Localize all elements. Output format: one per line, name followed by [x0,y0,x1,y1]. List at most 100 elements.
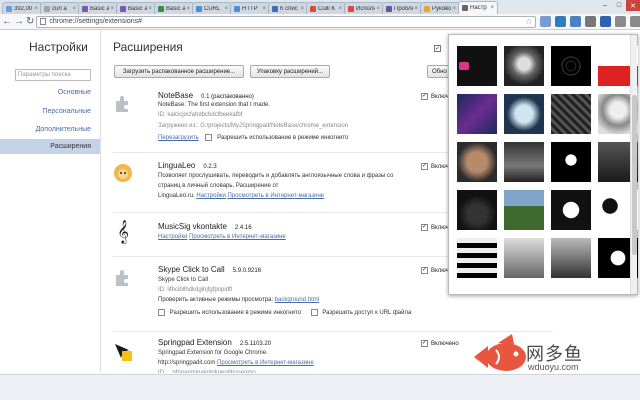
image-thumbnail[interactable] [551,94,591,134]
tab-label: curl a [52,5,67,12]
tab-close-icon[interactable]: × [490,5,494,11]
reload-link[interactable]: Перезагрузить [158,135,199,141]
maximize-button[interactable]: □ [612,0,626,11]
enable-toggle[interactable]: ✓ Включено [421,340,459,347]
load-unpacked-button[interactable]: Загрузить распакованное расширение... [114,65,244,78]
minimize-button[interactable]: – [598,0,612,11]
gear-icon[interactable] [615,16,627,27]
tab-label: Исполн [356,5,376,12]
reload-button[interactable]: ↻ [26,16,34,28]
tab-close-icon[interactable]: × [224,6,228,12]
image-thumbnail[interactable] [504,94,544,134]
file-access-checkbox[interactable] [310,309,318,316]
forward-button[interactable]: → [14,16,24,28]
browser-tab[interactable]: HTTP × [230,2,270,14]
close-window-button[interactable]: ✕ [626,0,640,11]
image-thumbnail[interactable] [551,46,591,86]
image-thumbnail[interactable] [457,142,497,182]
enabled-checkbox[interactable]: ✓ [421,163,428,170]
image-thumbnail[interactable] [504,238,544,278]
tab-close-icon[interactable]: × [262,6,266,12]
enabled-checkbox[interactable]: ✓ [421,267,428,274]
browser-tab[interactable]: Basic a × [78,2,118,14]
image-thumbnail[interactable] [457,46,497,86]
puzzle-icon[interactable] [540,16,552,27]
tab-close-icon[interactable]: × [300,6,304,12]
tab-label: CURL [204,5,221,12]
translate-icon[interactable] [570,16,582,27]
scrollbar-thumb[interactable] [632,95,637,255]
tab-close-icon[interactable]: × [452,6,456,12]
webstore-link[interactable]: Просмотреть в Интернет-магазине [227,193,324,199]
incognito-label: Разрешить использование в режиме инкогни… [217,135,349,142]
image-thumbnail[interactable] [457,94,497,134]
webstore-link[interactable]: Просмотреть в Интернет-магазине [217,360,314,366]
image-thumbnail[interactable] [551,238,591,278]
popup-scrollbar[interactable] [630,35,637,294]
music-icon[interactable] [585,16,597,27]
sidebar-item-advanced[interactable]: Дополнительные [36,126,91,133]
back-button[interactable]: ← [2,16,12,28]
wrench-icon[interactable] [630,16,640,27]
browser-tab[interactable]: Настр × [458,1,498,14]
browser-tab[interactable]: Пробле × [382,2,422,14]
search-input[interactable]: Параметры поиска [15,69,91,81]
image-thumbnail[interactable] [504,142,544,182]
tab-close-icon[interactable]: × [338,6,342,12]
image-thumbnail[interactable] [504,190,544,230]
browser-tab[interactable]: curl a × [40,2,80,14]
tab-close-icon[interactable]: × [72,6,76,12]
enabled-checkbox[interactable]: ✓ [421,340,428,347]
puzzle-icon [116,96,128,112]
image-thumbnail[interactable] [457,238,497,278]
enable-toggle[interactable]: ✓ Включ [421,224,449,231]
enabled-checkbox[interactable]: ✓ [421,93,428,100]
enable-toggle[interactable]: ✓ Включ [421,163,449,170]
image-thumbnail[interactable] [504,46,544,86]
tab-close-icon[interactable]: × [110,6,114,12]
enable-toggle[interactable]: ✓ Включ [421,93,449,100]
tab-close-icon[interactable]: × [34,6,38,12]
browser-tab[interactable]: К спис × [268,2,308,14]
tab-label: 392,00 [14,5,33,12]
browser-tab[interactable]: Исполн × [344,2,384,14]
browser-tab[interactable]: Basic a × [116,2,156,14]
incognito-checkbox[interactable] [205,134,213,141]
tab-label: Настр [470,5,487,11]
extension-springpad: Springpad Extension 2.5.1103.20 Springpad… [102,338,459,373]
extension-name: Skype Click to Call 5.9.0.9216 [158,265,262,274]
image-thumbnail[interactable] [551,142,591,182]
browser-tab[interactable]: Руково × [420,2,460,14]
tab-close-icon[interactable]: × [186,6,190,12]
options-link[interactable]: Настройки [196,193,225,199]
address-bar[interactable]: chrome://settings/extensions# ☆ [36,15,537,28]
window-icon[interactable] [600,16,612,27]
sidebar-item-basic[interactable]: Основные [58,89,91,96]
enable-toggle[interactable]: ✓ Включ [421,267,449,274]
image-thumbnail[interactable] [551,190,591,230]
star-icon[interactable]: ☆ [525,17,532,26]
sidebar-item-personal[interactable]: Персональные [42,108,91,115]
webstore-link[interactable]: Просмотреть в Интернет-магазине [189,234,286,240]
window-controls: – □ ✕ [598,0,640,11]
extension-description: Springpad Extension for Google Chrome. [158,350,268,356]
browser-tab[interactable]: Cuili K × [306,2,346,14]
tab-close-icon[interactable]: × [376,6,380,12]
browser-tab[interactable]: 392,00 × [2,2,42,14]
sidebar-item-extensions[interactable]: Расширения [0,139,100,154]
incognito-checkbox[interactable] [158,309,165,316]
tab-close-icon[interactable]: × [414,6,418,12]
lingualeo-lion-icon [114,164,132,182]
tab-label: Руково [432,5,452,12]
developer-mode-checkbox[interactable]: ✓ [434,45,441,52]
image-thumbnail[interactable] [457,190,497,230]
tab-close-icon[interactable]: × [148,6,152,12]
background-page-link[interactable]: background.html [275,297,319,303]
browser-tab[interactable]: CURL × [192,2,232,14]
drop-icon[interactable] [555,16,567,27]
options-link[interactable]: Настройки [158,234,187,240]
browser-tab[interactable]: Basic a × [154,2,194,14]
page-title: Расширения [113,40,183,54]
enabled-checkbox[interactable]: ✓ [421,224,428,231]
pack-extensions-button[interactable]: Упаковку расширений... [250,65,330,78]
